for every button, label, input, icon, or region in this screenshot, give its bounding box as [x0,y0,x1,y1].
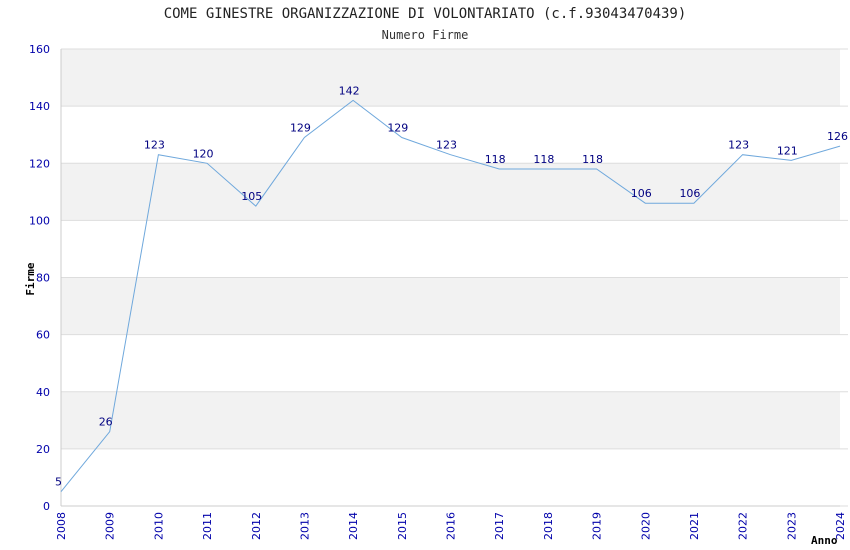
x-tick-label: 2012 [250,512,263,540]
x-tick-label: 2023 [785,512,798,540]
y-tick-label: 80 [36,272,50,285]
data-label: 26 [99,416,113,429]
plot-band [61,448,840,506]
data-label: 118 [533,153,554,166]
x-tick-label: 2014 [347,512,360,540]
y-tick-label: 140 [29,100,50,113]
y-tick-label: 40 [36,386,50,399]
x-tick-label: 2018 [542,512,555,540]
y-tick-label: 120 [29,157,50,170]
plot-band [61,334,840,392]
x-tick-label: 2015 [396,512,409,540]
data-label: 120 [193,147,214,160]
x-tick-label: 2009 [104,512,117,540]
data-label: 5 [55,476,62,489]
data-label: 123 [144,139,165,152]
data-label: 118 [582,153,603,166]
x-tick-label: 2020 [639,512,652,540]
plot-band [61,49,840,107]
x-tick-label: 2011 [201,512,214,540]
data-label: 123 [728,139,749,152]
data-label: 142 [339,84,360,97]
data-label: 123 [436,139,457,152]
data-label: 126 [827,130,848,143]
data-label: 121 [777,144,798,157]
data-label: 118 [485,153,506,166]
line-chart: 020406080100120140160 2008 2009 2010 2011 20… [24,43,848,547]
y-tick-label: 160 [29,43,50,56]
plot-band [61,277,840,335]
data-label: 105 [241,190,262,203]
plot-band [61,220,840,278]
x-axis-label: Anno [811,534,838,547]
x-tick-label: 2010 [152,512,165,540]
data-label: 129 [387,122,408,135]
x-tick-label: 2022 [737,512,750,540]
plot-band [61,163,840,221]
data-label: 106 [679,187,700,200]
data-label: 129 [290,122,311,135]
x-tick-label: 2016 [445,512,458,540]
plot-band [61,391,840,449]
x-tick-label: 2008 [55,512,68,540]
data-label: 106 [631,187,652,200]
y-tick-label: 100 [29,214,50,227]
y-tick-label: 0 [43,500,50,513]
x-tick-label: 2013 [298,512,311,540]
x-tick-label: 2019 [591,512,604,540]
y-tick-label: 20 [36,443,50,456]
y-axis-label: Firme [24,262,37,295]
x-tick-label: 2021 [688,512,701,540]
x-tick-label: 2017 [493,512,506,540]
x-tick-labels: 2008 2009 2010 2011 2012 2013 2014 2015 2016 2017… [55,512,847,540]
y-tick-label: 60 [36,329,50,342]
